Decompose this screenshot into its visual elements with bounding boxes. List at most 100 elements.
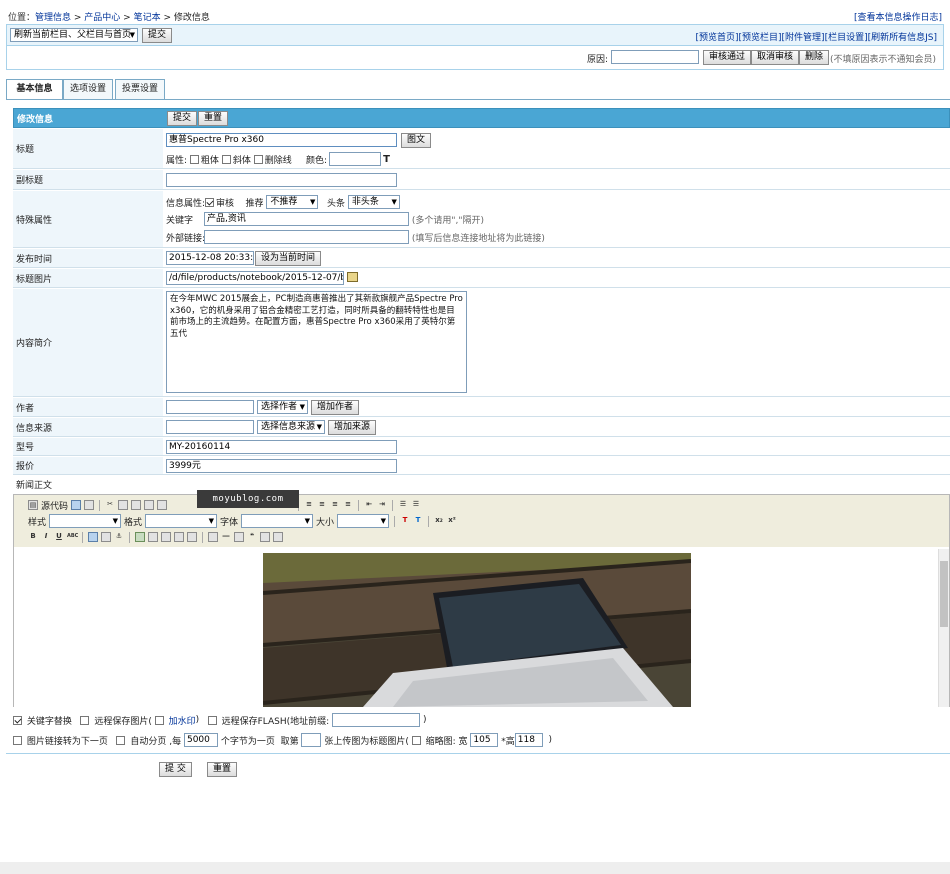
format-select[interactable]: ▼: [145, 514, 218, 528]
external-link-input[interactable]: [204, 230, 409, 244]
titlepic-input[interactable]: /d/file/products/notebook/2015-12-07/bf1…: [166, 271, 344, 285]
table-icon[interactable]: [208, 532, 218, 542]
bg-color-icon[interactable]: T: [413, 516, 423, 526]
approve-button[interactable]: 审核通过: [703, 50, 752, 65]
reason-input[interactable]: [611, 50, 699, 64]
title-image-button[interactable]: 图文: [401, 133, 432, 148]
paste-text-icon[interactable]: [144, 500, 155, 510]
bold-checkbox[interactable]: [189, 154, 199, 164]
breadcrumb-products-link[interactable]: 产品中心: [84, 13, 120, 23]
tab-vote[interactable]: 投票设置: [115, 79, 165, 99]
attachment-manage-link[interactable]: [附件管理]: [782, 33, 825, 43]
add-watermark-checkbox[interactable]: [154, 715, 164, 725]
set-now-button[interactable]: 设为当前时间: [255, 251, 322, 266]
bottom-submit-button[interactable]: 提 交: [159, 762, 192, 777]
preview-home-link[interactable]: [预览首页]: [695, 33, 738, 43]
add-author-button[interactable]: 增加作者: [311, 400, 360, 415]
subtitle-input[interactable]: [166, 173, 397, 187]
paste-icon[interactable]: [131, 500, 142, 510]
style-select[interactable]: ▼: [49, 514, 122, 528]
italic-icon[interactable]: I: [41, 532, 51, 542]
bulleted-list-icon[interactable]: ☰: [411, 500, 421, 510]
copy-icon[interactable]: [118, 500, 129, 510]
audit-checkbox[interactable]: [205, 197, 215, 207]
code-icon[interactable]: [273, 532, 283, 542]
preview-icon[interactable]: [84, 500, 95, 510]
title-input[interactable]: 惠普Spectre Pro x360: [166, 133, 397, 147]
superscript-icon[interactable]: x²: [447, 516, 457, 526]
unlink-icon[interactable]: [101, 532, 111, 542]
source-button[interactable]: 源代码: [41, 499, 68, 512]
quote-icon[interactable]: ❝: [247, 532, 257, 542]
align-left-icon[interactable]: ≡: [304, 500, 314, 510]
remote-save-flash-checkbox[interactable]: [207, 715, 217, 725]
paste-word-icon[interactable]: [157, 500, 168, 510]
color-input[interactable]: [329, 152, 382, 166]
bottom-reset-button[interactable]: 重置: [207, 762, 238, 777]
remote-save-pic-checkbox[interactable]: [80, 715, 90, 725]
page-icon[interactable]: [187, 532, 197, 542]
column-settings-link[interactable]: [栏目设置]: [825, 33, 868, 43]
subscript-icon[interactable]: x₂: [434, 516, 444, 526]
image-icon[interactable]: [135, 532, 145, 542]
cut-icon[interactable]: ✂: [105, 500, 115, 510]
editor-scrollbar[interactable]: [938, 549, 949, 707]
color-picker-icon[interactable]: T: [383, 154, 390, 165]
save-icon[interactable]: [71, 500, 82, 510]
strike-checkbox[interactable]: [253, 154, 263, 164]
media-icon[interactable]: [161, 532, 171, 542]
refresh-js-link[interactable]: [刷新所有信息JS]: [868, 33, 937, 43]
thumb-checkbox[interactable]: [411, 735, 421, 745]
intro-textarea[interactable]: 在今年MWC 2015展会上，PC制造商惠普推出了其新款旗舰产品Spectre …: [166, 291, 467, 393]
view-log-link[interactable]: [查看本信息操作日志]: [854, 10, 942, 23]
align-justify-icon[interactable]: ≡: [343, 500, 353, 510]
headline-select[interactable]: 非头条 ▼: [347, 195, 400, 209]
thumb-height-input[interactable]: 118: [514, 733, 543, 747]
header-submit-button[interactable]: 提交: [167, 111, 198, 126]
align-right-icon[interactable]: ≡: [330, 500, 340, 510]
file-icon[interactable]: [174, 532, 184, 542]
text-color-icon[interactable]: T: [400, 516, 410, 526]
auto-page-chars-input[interactable]: 5000: [183, 733, 218, 747]
numbered-list-icon[interactable]: ☰: [398, 500, 408, 510]
breadcrumb-manage-link[interactable]: 管理信息: [35, 13, 71, 23]
breadcrumb-notebook-link[interactable]: 笔记本: [134, 13, 161, 23]
outdent-icon[interactable]: ⇤: [364, 500, 374, 510]
anchor-icon[interactable]: ⚓: [114, 532, 124, 542]
special-char-icon[interactable]: [260, 532, 270, 542]
model-input[interactable]: MY-20160114: [166, 440, 397, 454]
delete-button[interactable]: 删除: [799, 50, 830, 65]
recommend-select[interactable]: 不推荐 ▼: [266, 195, 319, 209]
size-select[interactable]: ▼: [337, 514, 390, 528]
italic-checkbox[interactable]: [221, 154, 231, 164]
auto-page-checkbox[interactable]: [116, 735, 126, 745]
keywords-input[interactable]: 产品,资讯: [204, 212, 409, 226]
align-center-icon[interactable]: ≡: [317, 500, 327, 510]
toolbar-submit-button[interactable]: 提交: [142, 28, 173, 43]
add-source-button[interactable]: 增加来源: [328, 420, 377, 435]
bold-icon[interactable]: B: [28, 532, 38, 542]
horizontal-rule-icon[interactable]: ―: [221, 532, 231, 542]
smiley-icon[interactable]: [234, 532, 244, 542]
flash-prefix-input[interactable]: [332, 713, 421, 727]
source-select[interactable]: 选择信息来源 ▼: [257, 420, 325, 434]
author-select[interactable]: 选择作者 ▼: [257, 400, 308, 414]
price-input[interactable]: 3999元: [166, 459, 397, 473]
source-icon[interactable]: ▤: [28, 500, 38, 510]
indent-icon[interactable]: ⇥: [377, 500, 387, 510]
header-reset-button[interactable]: 重置: [198, 111, 229, 126]
author-input[interactable]: [166, 400, 254, 414]
image-select-icon[interactable]: [347, 272, 358, 282]
flash-icon[interactable]: [148, 532, 158, 542]
pubtime-input[interactable]: 2015-12-08 20:33:17: [166, 251, 254, 265]
thumb-width-input[interactable]: 105: [470, 733, 499, 747]
source-input[interactable]: [166, 420, 254, 434]
tab-options[interactable]: 选项设置: [63, 79, 113, 99]
cancel-approve-button[interactable]: 取消审核: [751, 50, 800, 65]
pic-link-next-checkbox[interactable]: [13, 735, 22, 745]
scrollbar-thumb[interactable]: [940, 561, 948, 627]
strikethrough-icon[interactable]: ABC: [67, 532, 78, 542]
keyword-replace-checkbox[interactable]: [13, 715, 22, 725]
link-icon[interactable]: [88, 532, 98, 542]
preview-column-link[interactable]: [预览栏目]: [739, 33, 782, 43]
